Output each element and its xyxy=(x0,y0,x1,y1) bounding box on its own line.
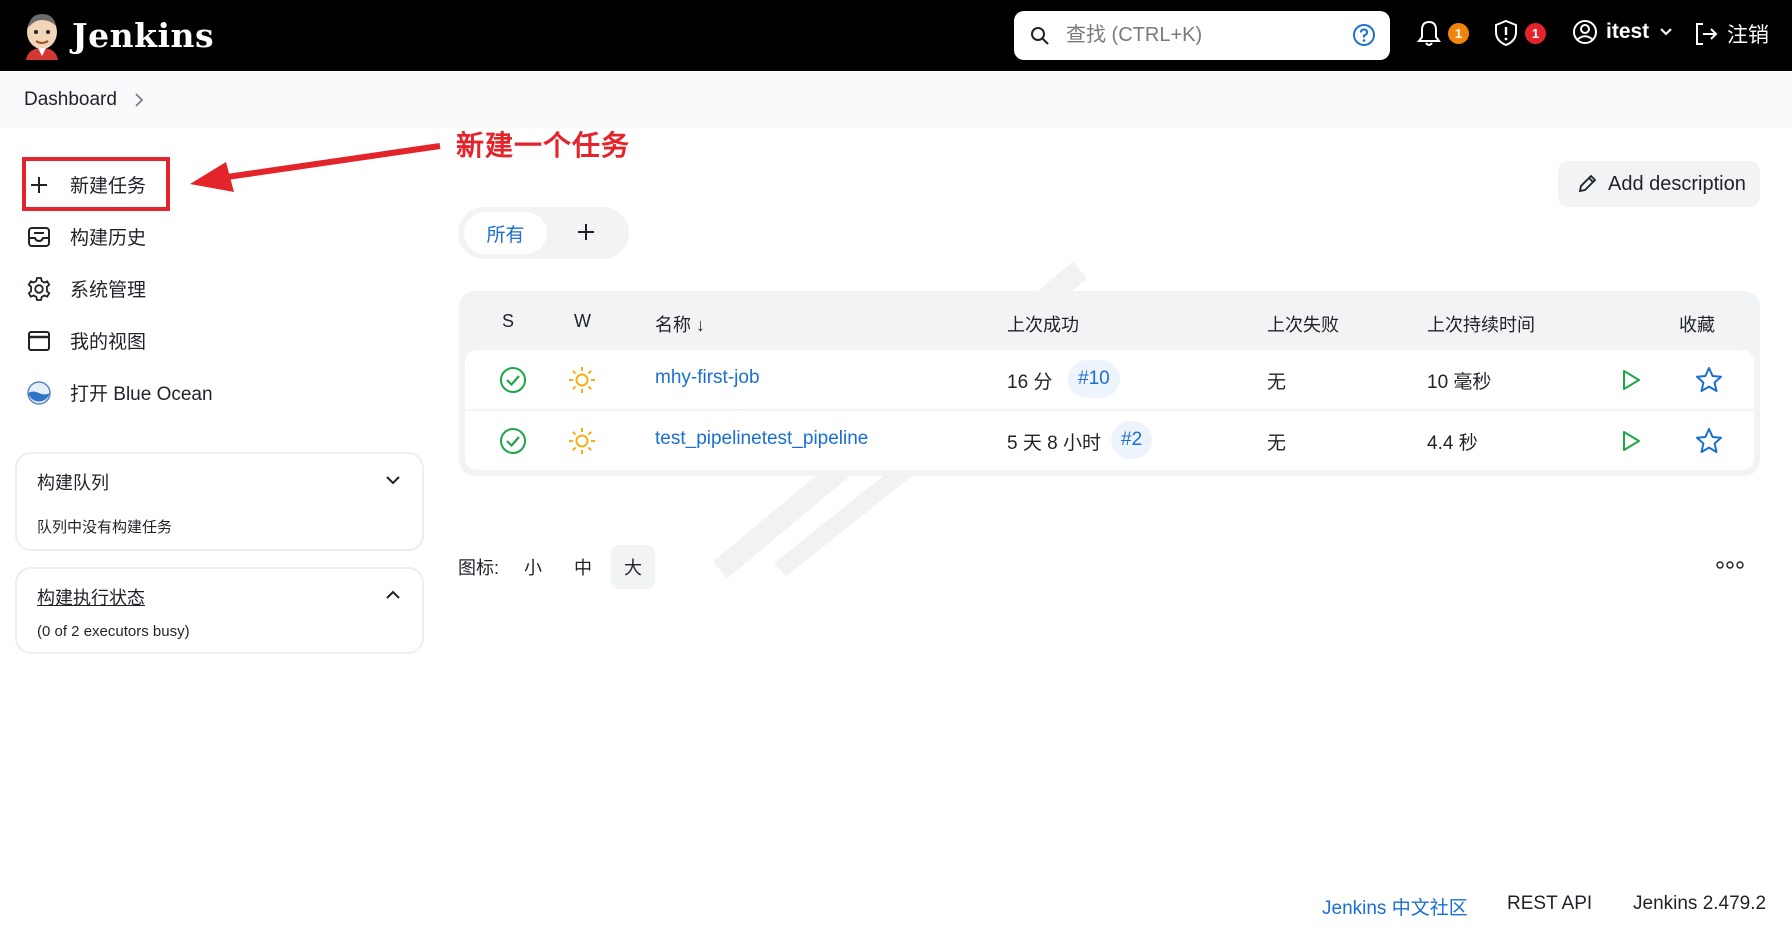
notification-badge: 1 xyxy=(1448,22,1469,44)
breadcrumb-dashboard[interactable]: Dashboard xyxy=(24,89,117,111)
play-build-icon[interactable] xyxy=(1619,429,1643,453)
blue-ocean-icon xyxy=(27,380,51,405)
sidebar-item-label: 打开 Blue Ocean xyxy=(70,384,213,405)
sun-weather-icon xyxy=(569,367,595,393)
last-duration: 4.4 秒 xyxy=(1427,433,1478,454)
star-favorite-icon[interactable] xyxy=(1694,365,1724,395)
bell-icon xyxy=(1417,20,1441,46)
top-header: Jenkins 1 1 it xyxy=(0,0,1792,71)
window-icon xyxy=(28,330,50,351)
pencil-icon xyxy=(1578,174,1597,193)
inbox-icon xyxy=(28,226,50,247)
search-icon xyxy=(1031,26,1049,45)
last-success-build-link[interactable]: #10 xyxy=(1068,360,1120,398)
security-badge: 1 xyxy=(1525,22,1546,44)
column-header-last-success[interactable]: 上次成功 xyxy=(1007,311,1079,337)
add-view-icon[interactable] xyxy=(574,220,598,244)
jenkins-home-link[interactable]: Jenkins xyxy=(22,10,214,60)
build-queue-panel: 构建队列 队列中没有构建任务 xyxy=(15,452,424,551)
play-build-icon[interactable] xyxy=(1619,368,1643,392)
table-row: mhy-first-job 16 分 #10 无 10 毫秒 xyxy=(465,350,1754,409)
jenkins-logo-icon xyxy=(26,14,58,60)
chevron-up-icon[interactable] xyxy=(384,586,402,604)
sidebar-item-label: 系统管理 xyxy=(70,280,147,301)
breadcrumb: Dashboard xyxy=(0,71,1792,128)
table-row: test_pipelinetest_pipeline 5 天 8 小时 #2 无… xyxy=(465,411,1754,470)
annotation-arrow-icon xyxy=(190,143,441,192)
executors-title[interactable]: 构建执行状态 xyxy=(37,584,145,610)
user-icon xyxy=(1573,20,1597,44)
last-failure: 无 xyxy=(1267,433,1287,454)
sidebar-item-my-views[interactable]: 我的视图 xyxy=(26,327,146,354)
sun-weather-icon xyxy=(569,428,595,454)
chevron-right-icon[interactable] xyxy=(133,92,145,108)
success-status-icon xyxy=(500,428,526,454)
column-header-name[interactable]: 名称 ↓ xyxy=(655,311,705,337)
help-icon[interactable] xyxy=(1352,23,1376,47)
logout-icon xyxy=(1696,23,1718,45)
success-status-icon xyxy=(500,367,526,393)
shield-icon xyxy=(1495,19,1517,47)
annotation-text: 新建一个任务 xyxy=(456,130,631,161)
sidebar-item-build-history[interactable]: 构建历史 xyxy=(26,223,146,250)
chevron-down-icon[interactable] xyxy=(384,471,402,489)
more-options-icon[interactable] xyxy=(1716,560,1744,570)
icon-size-large[interactable]: 大 xyxy=(611,545,656,589)
job-name-link[interactable]: test_pipelinetest_pipeline xyxy=(655,428,868,450)
last-failure: 无 xyxy=(1267,372,1287,393)
jobs-table: S W 名称 ↓ 上次成功 上次失败 上次持续时间 收藏 mhy-first-j… xyxy=(459,291,1760,476)
footer-rest-api-link[interactable]: REST API xyxy=(1507,893,1592,915)
search-box[interactable] xyxy=(1014,11,1390,60)
add-description-label: Add description xyxy=(1608,172,1746,195)
icon-size-label: 图标: xyxy=(458,558,500,578)
view-tabs: 所有 xyxy=(458,207,629,259)
column-header-weather[interactable]: W xyxy=(574,311,591,332)
star-favorite-icon[interactable] xyxy=(1694,426,1724,456)
executors-status: (0 of 2 executors busy) xyxy=(37,623,190,640)
search-input[interactable] xyxy=(1064,23,1338,48)
icon-size-medium[interactable]: 中 xyxy=(561,545,605,589)
executors-panel: 构建执行状态 (0 of 2 executors busy) xyxy=(15,567,424,654)
footer-community-link[interactable]: Jenkins 中文社区 xyxy=(1322,893,1468,920)
app-name: Jenkins xyxy=(72,15,215,55)
security-button[interactable]: 1 xyxy=(1493,19,1546,47)
logout-button[interactable]: 注销 xyxy=(1693,19,1769,49)
annotation-highlight-box xyxy=(22,157,170,211)
sidebar-item-blue-ocean[interactable]: 打开 Blue Ocean xyxy=(26,379,213,406)
username: itest xyxy=(1606,20,1650,43)
build-queue-empty-text: 队列中没有构建任务 xyxy=(37,519,173,536)
last-success-time: 5 天 8 小时 xyxy=(1007,433,1101,454)
column-header-status[interactable]: S xyxy=(502,311,514,332)
gear-icon xyxy=(27,276,51,301)
add-description-button[interactable]: Add description xyxy=(1558,161,1760,207)
logout-label: 注销 xyxy=(1727,24,1769,47)
footer-version-link[interactable]: Jenkins 2.479.2 xyxy=(1633,893,1766,915)
tab-all[interactable]: 所有 xyxy=(464,212,547,254)
job-name-link[interactable]: mhy-first-job xyxy=(655,367,760,389)
column-header-last-failure[interactable]: 上次失败 xyxy=(1267,311,1339,337)
icon-size-small[interactable]: 小 xyxy=(511,545,555,589)
column-header-favorite: 收藏 xyxy=(1679,315,1715,335)
last-duration: 10 毫秒 xyxy=(1427,372,1492,393)
build-queue-title[interactable]: 构建队列 xyxy=(37,469,109,495)
last-success-time: 16 分 xyxy=(1007,372,1053,393)
user-menu[interactable]: itest xyxy=(1572,19,1673,45)
last-success-build-link[interactable]: #2 xyxy=(1111,421,1153,459)
sidebar-item-label: 构建历史 xyxy=(70,228,147,249)
sidebar-item-label: 我的视图 xyxy=(70,332,147,353)
icon-size-selector: 图标: 小 中 大 xyxy=(458,545,656,589)
column-header-last-duration[interactable]: 上次持续时间 xyxy=(1427,311,1535,337)
chevron-down-icon xyxy=(1660,28,1672,36)
sidebar-item-manage[interactable]: 系统管理 xyxy=(26,275,146,302)
notifications-button[interactable]: 1 xyxy=(1416,19,1469,47)
